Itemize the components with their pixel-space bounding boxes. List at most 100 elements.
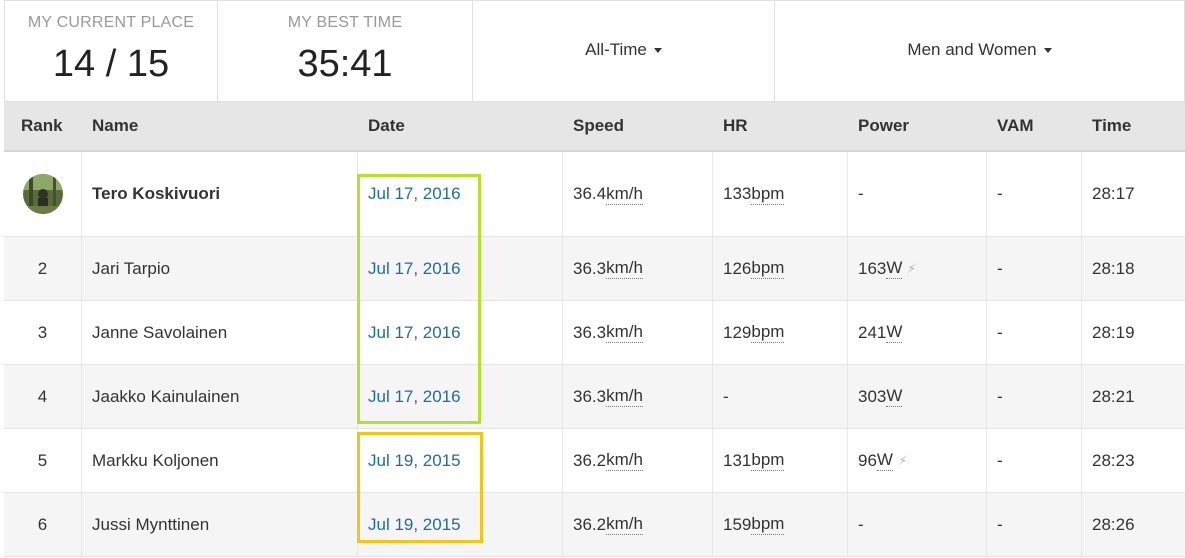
activity-date-link[interactable]: Jul 17, 2016 bbox=[368, 387, 461, 407]
power-cell: 303 W bbox=[848, 365, 987, 428]
activity-date-link[interactable]: Jul 17, 2016 bbox=[368, 259, 461, 279]
speed-cell: 36.3 km/h bbox=[563, 301, 713, 364]
hr-unit: bpm bbox=[751, 450, 785, 471]
current-place-value: 14 / 15 bbox=[52, 43, 170, 85]
speed-unit: km/h bbox=[606, 183, 643, 205]
lightning-bolt-icon: ⚡︎ bbox=[905, 260, 919, 276]
vam-cell: - bbox=[987, 237, 1082, 300]
power-cell: 96 W ⚡︎ bbox=[848, 429, 987, 492]
time-cell: 28:19 bbox=[1092, 322, 1135, 342]
athlete-name-link[interactable]: Jaakko Kainulainen bbox=[82, 365, 358, 428]
hr-cell: 131 bpm bbox=[713, 429, 848, 492]
power-cell: - bbox=[848, 493, 987, 556]
rank-cell: 6 bbox=[4, 493, 82, 556]
power-cell: 241 W bbox=[848, 301, 987, 364]
hr-cell: - bbox=[713, 365, 848, 428]
athlete-name-link[interactable]: Janne Savolainen bbox=[82, 301, 358, 364]
speed-cell: 36.3 km/h bbox=[563, 365, 713, 428]
hr-value: 159 bbox=[723, 514, 752, 534]
period-filter-dropdown[interactable]: All-Time bbox=[473, 1, 775, 101]
best-time-label: MY BEST TIME bbox=[287, 14, 403, 31]
speed-value: 36.3 bbox=[573, 258, 607, 278]
time-cell: 28:18 bbox=[1092, 258, 1135, 278]
leaderboard-summary: MY CURRENT PLACE 14 / 15 MY BEST TIME 35… bbox=[4, 0, 1185, 102]
table-row: 6 Jussi Mynttinen Jul 19, 2015 36.2 km/h … bbox=[4, 493, 1185, 557]
hr-unit: bpm bbox=[751, 514, 785, 535]
power-unit: W bbox=[886, 258, 903, 279]
activity-date-link[interactable]: Jul 19, 2015 bbox=[368, 451, 461, 471]
date-cell: Jul 17, 2016 bbox=[358, 365, 563, 428]
date-cell: Jul 17, 2016 bbox=[358, 237, 563, 300]
time-cell: 28:17 bbox=[1092, 184, 1135, 203]
hr-cell: 129 bpm bbox=[713, 301, 848, 364]
hr-unit: bpm bbox=[751, 322, 785, 343]
current-place-label: MY CURRENT PLACE bbox=[27, 14, 195, 31]
caret-down-icon bbox=[653, 47, 662, 53]
speed-unit: km/h bbox=[606, 258, 643, 279]
power-cell: - bbox=[848, 152, 987, 236]
best-time-value: 35:41 bbox=[297, 43, 393, 85]
speed-value: 36.3 bbox=[573, 322, 607, 342]
date-cell: Jul 19, 2015 bbox=[358, 429, 563, 492]
date-cell: Jul 19, 2015 bbox=[358, 493, 563, 556]
table-row: Tero Koskivuori Jul 17, 2016 36.4 km/h 13… bbox=[4, 152, 1185, 237]
rank-cell: 5 bbox=[4, 429, 82, 492]
speed-value: 36.3 bbox=[573, 386, 607, 406]
table-row: 3 Janne Savolainen Jul 17, 2016 36.3 km/h… bbox=[4, 301, 1185, 365]
power-value: 303 bbox=[858, 386, 887, 406]
athlete-name-link[interactable]: Tero Koskivuori bbox=[82, 152, 358, 236]
activity-date-link[interactable]: Jul 17, 2016 bbox=[368, 323, 461, 343]
speed-cell: 36.4 km/h bbox=[563, 152, 713, 236]
athlete-name-link[interactable]: Markku Koljonen bbox=[82, 429, 358, 492]
lightning-bolt-icon: ⚡︎ bbox=[896, 452, 909, 468]
power-unit: W bbox=[876, 450, 893, 471]
speed-unit: km/h bbox=[606, 450, 643, 471]
hr-value: 126 bbox=[723, 258, 752, 278]
vam-cell: - bbox=[987, 493, 1082, 556]
hr-cell: 133 bpm bbox=[713, 152, 848, 236]
hr-unit: bpm bbox=[751, 183, 785, 205]
time-cell: 28:26 bbox=[1092, 514, 1135, 534]
date-cell: Jul 17, 2016 bbox=[358, 301, 563, 364]
column-power: Power bbox=[858, 116, 910, 135]
avatar[interactable] bbox=[22, 174, 63, 214]
gender-filter-label: Men and Women bbox=[907, 40, 1037, 59]
power-value: - bbox=[858, 184, 864, 203]
athlete-name-link[interactable]: Jussi Mynttinen bbox=[82, 493, 358, 556]
athlete-name-link[interactable]: Jari Tarpio bbox=[82, 237, 358, 300]
speed-cell: 36.2 km/h bbox=[563, 493, 713, 556]
table-header: Rank Name Date Speed HR Power VAM Time bbox=[4, 102, 1185, 152]
rank-cell bbox=[4, 152, 82, 236]
column-name: Name bbox=[92, 116, 139, 135]
speed-unit: km/h bbox=[606, 322, 643, 343]
activity-date-link[interactable]: Jul 19, 2015 bbox=[368, 515, 461, 535]
gender-filter-dropdown[interactable]: Men and Women bbox=[775, 1, 1184, 101]
power-value: 163 bbox=[858, 258, 887, 278]
column-hr: HR bbox=[723, 116, 748, 135]
speed-value: 36.2 bbox=[573, 450, 607, 470]
table-row: 4 Jaakko Kainulainen Jul 17, 2016 36.3 km… bbox=[4, 365, 1185, 429]
time-cell: 28:21 bbox=[1092, 386, 1135, 406]
date-cell: Jul 17, 2016 bbox=[358, 152, 563, 236]
time-cell: 28:23 bbox=[1092, 450, 1135, 470]
hr-cell: 126 bpm bbox=[713, 237, 848, 300]
column-rank: Rank bbox=[21, 116, 63, 135]
column-vam: VAM bbox=[997, 116, 1034, 135]
column-time: Time bbox=[1092, 116, 1132, 135]
rank-cell: 3 bbox=[4, 301, 82, 364]
table-row: 5 Markku Koljonen Jul 19, 2015 36.2 km/h … bbox=[4, 429, 1185, 493]
speed-cell: 36.3 km/h bbox=[563, 237, 713, 300]
column-date: Date bbox=[368, 116, 405, 135]
speed-unit: km/h bbox=[606, 386, 643, 407]
power-value: - bbox=[858, 514, 864, 534]
power-unit: W bbox=[886, 322, 903, 343]
best-time-stat: MY BEST TIME 35:41 bbox=[218, 1, 473, 101]
power-unit: W bbox=[886, 386, 903, 407]
hr-unit: bpm bbox=[751, 258, 785, 279]
power-value: 241 bbox=[858, 322, 887, 342]
caret-down-icon bbox=[1043, 47, 1052, 53]
activity-date-link[interactable]: Jul 17, 2016 bbox=[368, 184, 461, 204]
hr-cell: 159 bpm bbox=[713, 493, 848, 556]
speed-value: 36.4 bbox=[573, 184, 607, 203]
current-place-stat: MY CURRENT PLACE 14 / 15 bbox=[5, 1, 218, 101]
